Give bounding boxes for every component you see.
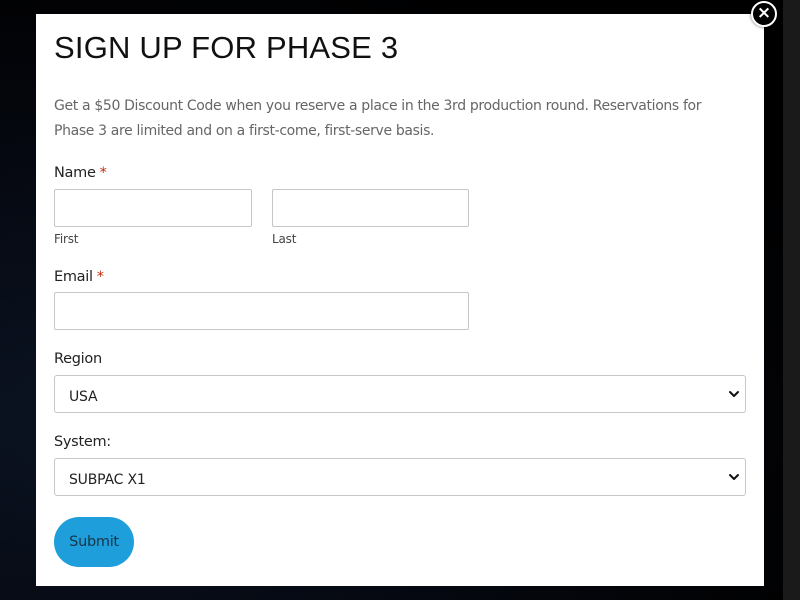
first-name-input[interactable]: [54, 189, 252, 227]
chevron-down-icon: [729, 391, 739, 397]
submit-button[interactable]: Submit: [54, 517, 134, 567]
modal-title: SIGN UP FOR PHASE 3: [54, 30, 399, 65]
signup-modal: SIGN UP FOR PHASE 3 Get a $50 Discount C…: [36, 14, 764, 586]
name-required-marker: *: [99, 165, 107, 181]
region-select-value: USA: [69, 389, 98, 405]
region-label: Region: [54, 351, 102, 367]
chevron-down-icon: [729, 474, 739, 480]
last-name-sublabel: Last: [272, 232, 297, 246]
page-scrollbar[interactable]: [783, 0, 800, 600]
email-input[interactable]: [54, 292, 469, 330]
close-button[interactable]: ×: [751, 1, 777, 27]
name-label: Name *: [54, 165, 107, 181]
first-name-sublabel: First: [54, 232, 79, 246]
email-label-text: Email: [54, 269, 93, 285]
system-select-value: SUBPAC X1: [69, 472, 146, 488]
email-label: Email *: [54, 269, 104, 285]
last-name-input[interactable]: [272, 189, 469, 227]
modal-description: Get a $50 Discount Code when you reserve…: [54, 98, 702, 139]
system-select[interactable]: SUBPAC X1: [54, 458, 746, 496]
name-label-text: Name: [54, 165, 96, 181]
system-label: System:: [54, 434, 111, 450]
email-required-marker: *: [96, 269, 104, 285]
region-select[interactable]: USA: [54, 375, 746, 413]
close-icon: ×: [756, 3, 772, 23]
